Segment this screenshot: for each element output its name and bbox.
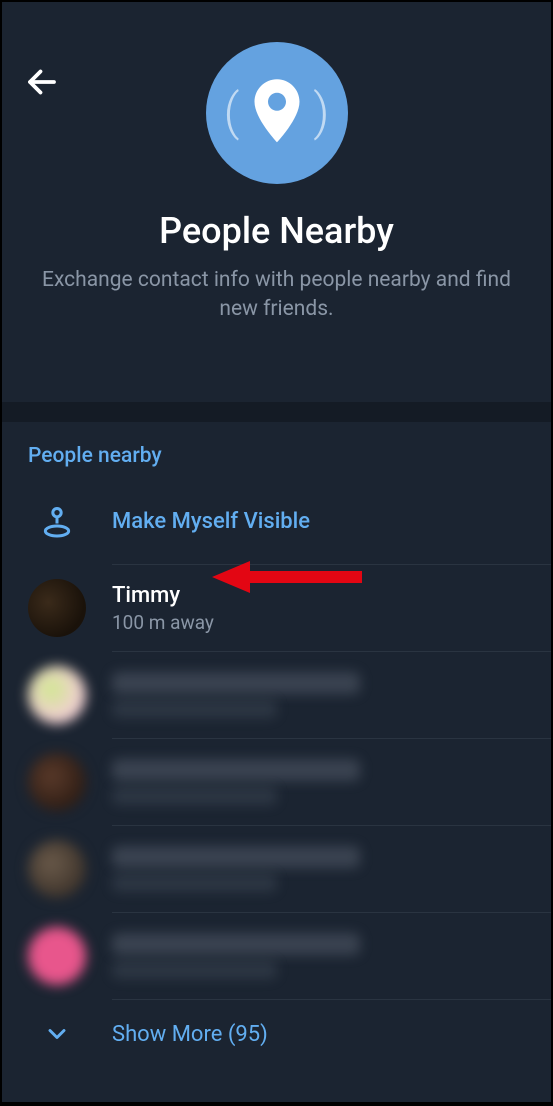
person-row[interactable]: — — xyxy=(2,913,551,999)
people-nearby-screen: ( ) People Nearby Exchange contact info … xyxy=(2,2,551,1102)
wave-left-icon: ( xyxy=(224,84,240,142)
person-distance: — xyxy=(112,700,277,718)
person-distance: 100 m away xyxy=(112,611,525,634)
person-name: — xyxy=(112,759,360,781)
person-name: — xyxy=(112,933,360,955)
wave-right-icon: ) xyxy=(313,84,329,142)
make-visible-label: Make Myself Visible xyxy=(112,509,525,534)
make-visible-button[interactable]: Make Myself Visible xyxy=(2,478,551,564)
person-name: Timmy xyxy=(112,583,525,608)
person-row[interactable]: — — xyxy=(2,739,551,825)
header: ( ) People Nearby Exchange contact info … xyxy=(2,42,551,402)
back-button[interactable] xyxy=(24,64,60,100)
avatar xyxy=(28,927,86,985)
person-row[interactable]: — — xyxy=(2,652,551,738)
section-header: People nearby xyxy=(2,422,551,478)
show-more-label: Show More (95) xyxy=(112,1022,268,1047)
chevron-down-icon xyxy=(28,1020,86,1048)
map-pin-icon xyxy=(250,78,304,148)
avatar xyxy=(28,753,86,811)
person-distance: — xyxy=(112,874,277,892)
avatar xyxy=(28,840,86,898)
arrow-left-icon xyxy=(24,64,60,100)
section-gap xyxy=(2,402,551,422)
avatar xyxy=(28,666,86,724)
person-name: — xyxy=(112,846,360,868)
show-more-button[interactable]: Show More (95) xyxy=(2,1000,551,1068)
avatar xyxy=(28,579,86,637)
person-location-icon xyxy=(37,501,77,541)
page-title: People Nearby xyxy=(2,210,551,252)
page-subtitle: Exchange contact info with people nearby… xyxy=(2,266,551,325)
person-row-timmy[interactable]: Timmy 100 m away xyxy=(2,565,551,651)
location-hero-icon: ( ) xyxy=(206,42,348,184)
person-name: — xyxy=(112,672,360,694)
person-distance: — xyxy=(112,787,277,805)
person-row[interactable]: — — xyxy=(2,826,551,912)
person-distance: — xyxy=(112,961,277,979)
visibility-icon-slot xyxy=(28,492,86,550)
